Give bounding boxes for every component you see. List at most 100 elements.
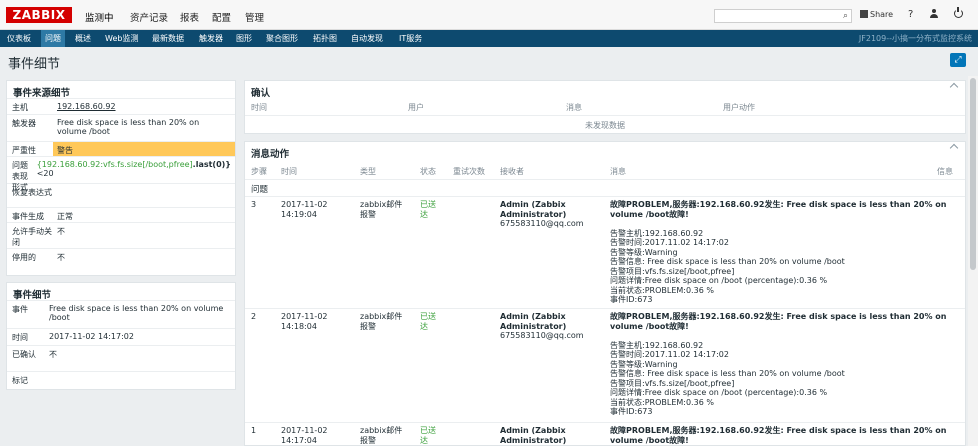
host-link[interactable]: 192.168.60.92 <box>57 102 116 111</box>
column-status: 状态 <box>420 167 436 176</box>
time-cell: 2017-11-02 14:19:04 <box>281 200 328 219</box>
status-cell: 已送达 <box>420 426 436 445</box>
table-row: 1 2017-11-02 14:17:04 zabbix邮件 报警 已送达 Admi… <box>245 422 965 445</box>
message-cell: 故障PROBLEM,服务器:192.168.60.92发生: Free disk… <box>610 312 947 416</box>
menu-monitoring[interactable]: 监测中 <box>85 10 114 24</box>
step-cell: 2 <box>251 312 257 321</box>
table-row: 2 2017-11-02 14:18:04 zabbix邮件 报警 已送达 Admi… <box>245 308 965 422</box>
share-label: Share <box>870 10 894 19</box>
type-cell: zabbix邮件 报警 <box>360 312 403 331</box>
severity-badge: 警告 <box>53 142 235 156</box>
column-type: 类型 <box>360 167 376 176</box>
severity-label: 严重性 <box>7 142 53 156</box>
column-time: 时间 <box>281 167 297 176</box>
status-cell: 已送达 <box>420 200 436 219</box>
message-actions-card: 消息动作 步骤 时间 类型 状态 重试次数 接收者 消息 信息 问题 3 201… <box>244 141 966 446</box>
step-cell: 1 <box>251 426 257 435</box>
subnav-problems[interactable]: 问题 <box>41 30 65 47</box>
menu-inventory[interactable]: 资产记录 <box>130 10 168 24</box>
sub-navigation: 仪表板 问题 概述 Web监测 最新数据 触发器 图形 聚合图形 拓扑图 自动发… <box>0 30 978 47</box>
search-icon[interactable]: ⌕ <box>843 11 848 21</box>
share-icon <box>860 10 868 18</box>
expression-label: 问题表现形式 <box>12 161 28 192</box>
column-user-action: 用户动作 <box>723 103 755 112</box>
event-value: Free disk space is less than 20% on volu… <box>49 304 224 322</box>
help-icon[interactable]: ? <box>908 9 913 20</box>
disabled-label: 停用的 <box>12 253 36 262</box>
menu-administration[interactable]: 管理 <box>245 10 264 24</box>
event-details-card: 事件细节 事件 Free disk space is less than 20%… <box>6 282 236 390</box>
subnav-discovery[interactable]: 自动发现 <box>347 30 387 47</box>
recipient-cell: Admin (Zabbix Administrator) 675583110@qq.… <box>500 312 584 340</box>
column-message: 消息 <box>610 167 626 176</box>
event-label: 事件 <box>12 305 28 314</box>
time-value: 2017-11-02 14:17:02 <box>49 332 134 341</box>
time-label: 时间 <box>12 333 28 342</box>
user-profile-icon[interactable] <box>929 9 939 19</box>
event-source-card: 事件来源细节 主机 192.168.60.92 触发器 Free disk sp… <box>6 80 236 276</box>
subnav-web[interactable]: Web监测 <box>101 30 142 47</box>
subnav-graphs[interactable]: 图形 <box>232 30 256 47</box>
trigger-label: 触发器 <box>12 119 36 128</box>
time-cell: 2017-11-02 14:18:04 <box>281 312 328 331</box>
subnav-dashboard[interactable]: 仪表板 <box>3 30 35 47</box>
card-title: 确认 <box>251 88 271 99</box>
scrollbar-thumb[interactable] <box>970 78 976 270</box>
host-label: 主机 <box>12 103 28 112</box>
disabled-value: 不 <box>57 253 65 262</box>
acknowledgements-card: 确认 时间 用户 消息 用户动作 未发现数据 <box>244 80 966 134</box>
message-cell: 故障PROBLEM,服务器:192.168.60.92发生: Free disk… <box>610 426 947 445</box>
card-title: 事件细节 <box>13 290 52 301</box>
step-cell: 3 <box>251 200 257 209</box>
message-cell: 故障PROBLEM,服务器:192.168.60.92发生: Free disk… <box>610 200 947 304</box>
column-step: 步骤 <box>251 167 267 176</box>
subnav-latest-data[interactable]: 最新数据 <box>148 30 188 47</box>
column-message: 消息 <box>566 103 582 112</box>
subnav-triggers[interactable]: 触发器 <box>195 30 227 47</box>
column-info: 信息 <box>937 167 953 176</box>
type-cell: zabbix邮件 报警 <box>360 426 403 445</box>
column-retries: 重试次数 <box>453 167 485 176</box>
fullscreen-icon: ⤢ <box>954 55 962 65</box>
tags-label: 标记 <box>12 376 28 385</box>
menu-configuration[interactable]: 配置 <box>212 10 231 24</box>
card-title: 事件来源细节 <box>13 88 71 99</box>
event-generation-value: 正常 <box>57 212 73 221</box>
subnav-overview[interactable]: 概述 <box>71 30 95 47</box>
recovery-value <box>53 184 235 207</box>
problem-label: 问题 <box>251 185 269 195</box>
search-input[interactable] <box>715 10 833 22</box>
column-time: 时间 <box>251 103 267 112</box>
expression-item: {192.168.60.92:vfs.fs.size[/boot,pfree] <box>36 160 193 169</box>
no-data-text: 未发现数据 <box>585 121 625 130</box>
table-row: 3 2017-11-02 14:19:04 zabbix邮件 报警 已送达 Admi… <box>245 196 965 308</box>
share-button[interactable]: Share <box>860 10 893 19</box>
trigger-value: Free disk space is less than 20% on volu… <box>57 118 200 136</box>
subnav-maps[interactable]: 拓扑图 <box>309 30 341 47</box>
acknowledged-label: 已确认 <box>12 350 36 359</box>
type-cell: zabbix邮件 报警 <box>360 200 403 219</box>
column-user: 用户 <box>408 103 424 112</box>
expression-function: .last(0)} <box>192 160 231 169</box>
recipient-cell: Admin (Zabbix Administrator) <box>500 426 567 445</box>
acknowledged-value: 不 <box>49 350 57 359</box>
time-cell: 2017-11-02 14:17:04 <box>281 426 328 445</box>
manual-close-label: 允许手动关闭 <box>12 227 52 247</box>
menu-reports[interactable]: 报表 <box>180 10 199 24</box>
page-title: 事件细节 <box>8 57 61 72</box>
subnav-it-services[interactable]: IT服务 <box>395 30 426 47</box>
expression-threshold: <20 <box>36 169 54 178</box>
top-bar: ZABBIX 监测中 资产记录 报表 配置 管理 ⌕ Share ? <box>0 0 978 30</box>
status-cell: 已送达 <box>420 312 436 331</box>
fullscreen-button[interactable]: ⤢ <box>950 53 966 67</box>
event-generation-label: 事件生成 <box>12 212 44 221</box>
page-scrollbar[interactable] <box>968 76 978 446</box>
recovery-label: 恢复表达式 <box>12 188 52 197</box>
subnav-screens[interactable]: 聚合图形 <box>262 30 302 47</box>
recipient-cell: Admin (Zabbix Administrator) 675583110@qq.… <box>500 200 584 228</box>
card-title: 消息动作 <box>251 149 290 160</box>
sign-out-icon[interactable] <box>954 7 963 18</box>
tags-value <box>45 372 235 387</box>
manual-close-value: 不 <box>57 227 65 236</box>
zabbix-logo[interactable]: ZABBIX <box>6 7 72 23</box>
